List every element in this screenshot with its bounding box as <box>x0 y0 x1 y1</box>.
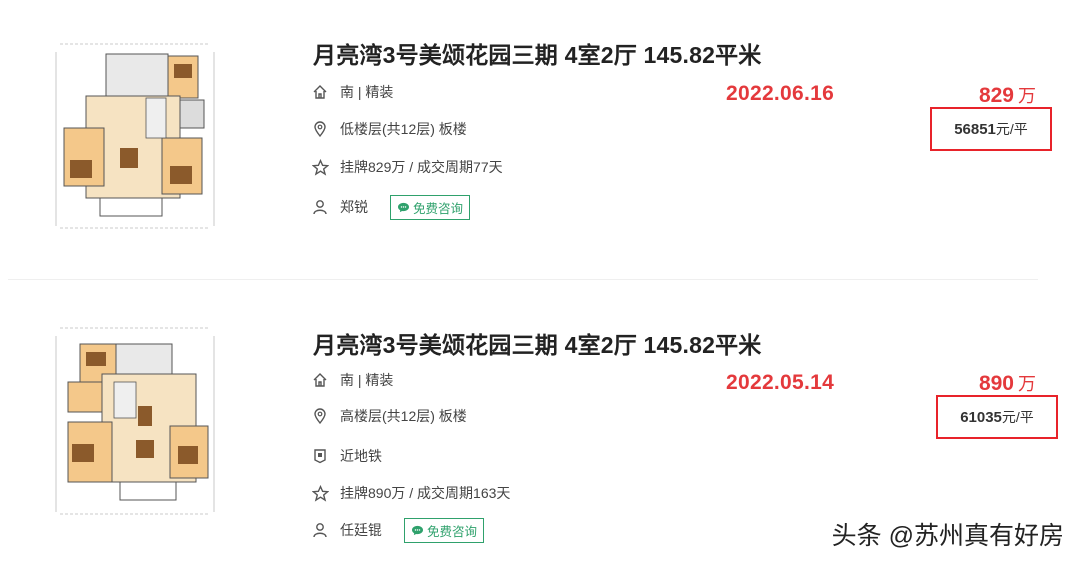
total-price-unit: 万 <box>1018 86 1036 106</box>
unit-price-suffix: 元/平 <box>1001 409 1034 425</box>
home-icon <box>311 371 329 389</box>
unit-price-box: 56851 元/平 <box>930 107 1052 151</box>
listing-info-row: 挂牌890万 / 成交周期163天 <box>311 481 510 505</box>
floor-plan-image[interactable] <box>50 322 220 522</box>
listing-divider <box>8 279 1038 280</box>
floor-plan-image[interactable] <box>50 38 220 238</box>
chat-bubble-icon <box>412 525 423 535</box>
floor-row: 高楼层(共12层) 板楼 <box>311 404 467 428</box>
unit-price-value: 56851 <box>954 120 996 138</box>
person-icon <box>311 198 329 216</box>
subway-row: 近地铁 <box>311 444 382 468</box>
subway-icon <box>311 447 329 465</box>
listing-info-row: 挂牌829万 / 成交周期77天 <box>311 155 503 179</box>
chat-bubble-icon <box>398 202 409 212</box>
agent-name[interactable]: 任廷锟 <box>340 520 382 540</box>
unit-price-suffix: 元/平 <box>995 121 1028 137</box>
agent-row: 郑锐 免费咨询 <box>311 194 471 220</box>
location-pin-icon <box>311 120 329 138</box>
total-price-value: 890 <box>978 372 1014 395</box>
person-icon <box>311 521 329 539</box>
listing-info-text: 挂牌829万 / 成交周期77天 <box>340 159 503 175</box>
star-icon <box>311 158 329 176</box>
listing-title[interactable]: 月亮湾3号美颂花园三期 4室2厅 145.82平米 <box>313 36 762 70</box>
listing-title[interactable]: 月亮湾3号美颂花园三期 4室2厅 145.82平米 <box>313 326 762 360</box>
floor-text: 低楼层(共12层) 板楼 <box>340 121 467 137</box>
floor-row: 低楼层(共12层) 板楼 <box>311 117 467 141</box>
deal-date: 2022.06.16 <box>726 82 835 105</box>
free-consult-button[interactable]: 免费咨询 <box>390 194 471 220</box>
listing-info-text: 挂牌890万 / 成交周期163天 <box>340 485 511 501</box>
location-pin-icon <box>311 407 329 425</box>
total-price-unit: 万 <box>1018 374 1036 394</box>
orientation-text: 南 | 精装 <box>340 372 394 388</box>
unit-price-value: 61035 <box>960 408 1002 426</box>
subway-text: 近地铁 <box>340 448 382 464</box>
unit-price-box: 61035 元/平 <box>936 395 1058 439</box>
total-price: 890 万 <box>979 370 1036 396</box>
orientation-row: 南 | 精装 <box>311 80 393 104</box>
total-price: 829 万 <box>979 82 1036 108</box>
total-price-value: 829 <box>978 84 1014 107</box>
agent-name[interactable]: 郑锐 <box>340 197 368 217</box>
free-consult-button[interactable]: 免费咨询 <box>404 517 485 543</box>
agent-row: 任廷锟 免费咨询 <box>311 517 485 543</box>
floor-text: 高楼层(共12层) 板楼 <box>340 408 467 424</box>
free-consult-label: 免费咨询 <box>413 201 464 216</box>
listing-card[interactable]: 月亮湾3号美颂花园三期 4室2厅 145.82平米 南 | 精装 低楼层(共12… <box>0 0 1080 282</box>
deal-date: 2022.05.14 <box>726 371 835 394</box>
star-icon <box>311 484 329 502</box>
home-icon <box>311 83 329 101</box>
orientation-text: 南 | 精装 <box>340 84 394 100</box>
free-consult-label: 免费咨询 <box>427 524 478 539</box>
watermark: 头条 @苏州真有好房 <box>831 522 1064 550</box>
orientation-row: 南 | 精装 <box>311 368 393 392</box>
